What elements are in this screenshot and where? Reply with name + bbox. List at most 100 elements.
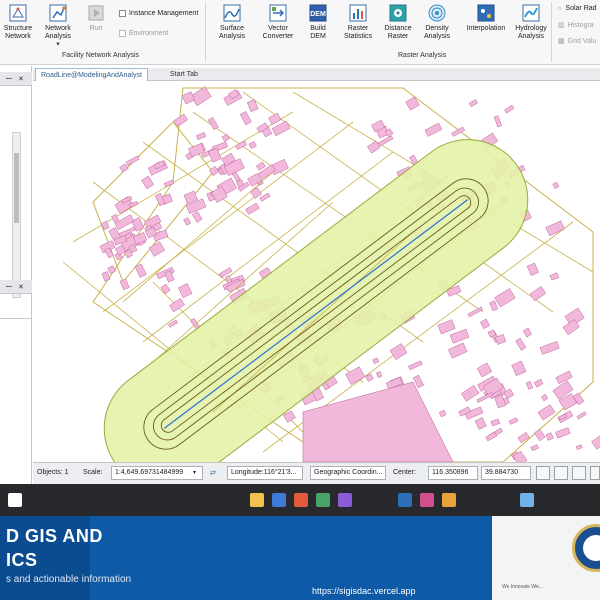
environment-checkbox[interactable]: Environment <box>119 30 168 37</box>
document-tabs: RoadLine@ModelingAndAnalyst Start Tab <box>33 68 600 81</box>
building <box>474 417 487 430</box>
building <box>438 409 447 418</box>
hydrology-analysis-label: Hydrology <box>515 25 547 32</box>
map-canvas[interactable] <box>33 82 600 462</box>
building <box>389 343 408 360</box>
dock-panel-header: ꟷ ✕ <box>0 72 32 86</box>
screen-icon[interactable] <box>572 466 586 480</box>
banner-url[interactable]: https://sigisdac.vercel.app <box>312 586 416 596</box>
center-y-input[interactable]: 39.884730 <box>481 466 531 480</box>
scale-dropdown-icon[interactable]: ▾ <box>193 466 203 480</box>
copy-icon[interactable] <box>536 466 550 480</box>
scale-label: Scale: <box>83 469 103 476</box>
building <box>490 418 500 427</box>
building <box>522 327 532 338</box>
building <box>168 319 178 328</box>
surface-analysis-icon <box>223 4 241 22</box>
tray-icon[interactable] <box>520 493 534 507</box>
banner-title-line-2: ICS <box>6 550 38 570</box>
density-analysis-icon <box>428 4 446 22</box>
building <box>480 318 491 330</box>
seal-center <box>583 535 600 561</box>
banner-title-line-1: D GIS AND <box>6 526 103 546</box>
building <box>125 155 140 166</box>
grid-value-button[interactable]: ▦ Grid Valu <box>558 37 596 46</box>
building <box>239 111 252 126</box>
building <box>372 357 380 364</box>
ribbon-separator-2 <box>551 2 552 62</box>
left-dock: ꟷ ✕ ꟷ ✕ <box>0 66 32 484</box>
solar-icon: ☼ <box>556 5 563 12</box>
dock-scrollbar[interactable] <box>12 132 21 298</box>
building <box>512 450 528 462</box>
density-analysis-button[interactable]: Density Analysis <box>413 2 461 41</box>
supermap-icon[interactable] <box>398 493 412 507</box>
banner-subtitle: s and actionable information <box>6 574 132 585</box>
building <box>437 319 456 335</box>
building <box>107 265 116 275</box>
building <box>248 141 257 149</box>
building <box>141 175 155 190</box>
tab-roadline-map[interactable]: RoadLine@ModelingAndAnalyst <box>35 68 148 81</box>
sync-icon[interactable]: ⇄ <box>210 469 216 477</box>
coordinate-system-field[interactable]: Geographic Coordin... <box>310 466 386 480</box>
objects-count: Objects: 1 <box>37 469 69 476</box>
building <box>268 112 282 125</box>
building <box>467 306 484 318</box>
surface-analysis-button[interactable]: Surface Analysis <box>208 2 256 41</box>
interpolation-icon <box>477 4 495 22</box>
distance-raster-icon <box>389 4 407 22</box>
app-icon-5[interactable] <box>442 493 456 507</box>
map-svg <box>62 86 600 462</box>
density-analysis-label: Density <box>425 25 449 32</box>
fullscreen-icon[interactable] <box>590 466 600 480</box>
dock-pin-icon-2[interactable]: ꟷ <box>6 283 12 292</box>
app-icon-4[interactable] <box>420 493 434 507</box>
building <box>552 181 560 189</box>
building <box>245 202 260 215</box>
longitude-field[interactable]: Longitude:116°21'3... <box>227 466 303 480</box>
raster-statistics-icon <box>349 4 367 22</box>
dock-scrollbar-thumb[interactable] <box>14 153 19 223</box>
paste-icon[interactable] <box>554 466 568 480</box>
app-icon-3[interactable] <box>338 493 352 507</box>
dock-panel-header-2: ꟷ ✕ <box>0 280 32 294</box>
dock-pin-icon[interactable]: ꟷ <box>6 75 12 84</box>
app-icon[interactable] <box>272 493 286 507</box>
building <box>160 283 171 295</box>
tab-start-label: Start Tab <box>170 71 198 78</box>
network-analysis-label-2: Analysis <box>44 33 72 40</box>
building <box>533 378 544 388</box>
histogram-button[interactable]: ▥ Histogra <box>558 21 594 30</box>
building <box>178 283 193 298</box>
ribbon: Structure Network Network Analysis ▾ Run… <box>0 0 600 65</box>
building <box>530 444 539 451</box>
building <box>119 163 129 173</box>
building <box>148 241 166 257</box>
run-button[interactable]: Run <box>72 2 120 33</box>
building <box>424 122 443 137</box>
instance-management-checkbox[interactable]: Instance Management <box>119 10 198 17</box>
file-explorer-icon[interactable] <box>250 493 264 507</box>
building <box>345 366 366 385</box>
building <box>451 126 465 137</box>
solar-radiation-button[interactable]: ☼ Solar Rad <box>556 5 597 12</box>
dock-close-icon-2[interactable]: ✕ <box>18 283 24 291</box>
dock-close-icon[interactable]: ✕ <box>18 75 24 83</box>
surface-analysis-label: Surface <box>219 25 245 32</box>
hydrology-analysis-button[interactable]: Hydrology Analysis <box>507 2 555 41</box>
building <box>101 271 111 282</box>
group-raster-analysis: Raster Analysis <box>398 52 447 59</box>
status-bar: Objects: 1 Scale: 1:4,649.69731484999 ▾ … <box>33 462 600 484</box>
tab-start[interactable]: Start Tab <box>165 68 203 81</box>
building <box>539 341 560 355</box>
browser-icon[interactable] <box>294 493 308 507</box>
interpolation-button[interactable]: Interpolation <box>460 2 512 33</box>
histogram-label: Histogra <box>567 21 594 29</box>
building <box>494 394 507 409</box>
scale-input[interactable]: 1:4,649.69731484999 <box>111 466 203 480</box>
app-icon-2[interactable] <box>316 493 330 507</box>
center-x-input[interactable]: 116.350896 <box>428 466 478 480</box>
start-icon[interactable] <box>8 493 22 507</box>
group-facility-network-analysis: Facility Network Analysis <box>62 52 140 59</box>
